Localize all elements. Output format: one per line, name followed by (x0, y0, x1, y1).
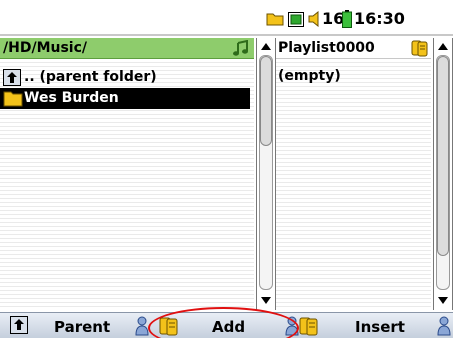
left-scrollbar[interactable] (256, 38, 276, 310)
parent-folder-icon (10, 316, 28, 334)
file-browser-list[interactable]: .. (parent folder) Wes Burden (0, 59, 254, 310)
clock: 16:30 (354, 9, 405, 28)
user-icon (135, 316, 149, 336)
scroll-up-arrow-icon[interactable] (438, 43, 448, 50)
current-path: /HD/Music/ (3, 40, 88, 56)
scroll-track[interactable] (259, 55, 273, 290)
list-item-label: .. (parent folder) (24, 69, 157, 85)
insert-button[interactable]: Insert (285, 313, 453, 338)
insert-button-label: Insert (355, 318, 405, 336)
left-pane-header: /HD/Music/ (0, 38, 254, 59)
parent-button[interactable]: Parent (10, 315, 110, 337)
right-pane-header: Playlist0000 (276, 38, 431, 59)
right-scrollbar[interactable] (433, 38, 453, 310)
folder-icon (266, 13, 284, 26)
user-icon (437, 316, 451, 336)
screen-icon (288, 12, 304, 27)
scroll-thumb[interactable] (437, 56, 449, 256)
volume-level: 16 (322, 9, 345, 28)
playlist-icon (299, 317, 318, 336)
music-note-icon (233, 40, 248, 56)
parent-folder-icon (3, 69, 21, 86)
scroll-up-arrow-icon[interactable] (261, 43, 271, 50)
playlist-list[interactable]: (empty) (276, 59, 431, 310)
battery-icon (342, 10, 352, 28)
scroll-thumb[interactable] (260, 56, 272, 146)
list-item-wes-burden[interactable]: Wes Burden (0, 88, 250, 109)
list-item-parent-folder[interactable]: .. (parent folder) (0, 67, 254, 88)
scroll-down-arrow-icon[interactable] (261, 297, 271, 304)
folder-icon (3, 91, 23, 107)
scroll-down-arrow-icon[interactable] (438, 297, 448, 304)
scroll-track[interactable] (436, 55, 450, 290)
playlist-empty-text: (empty) (278, 68, 341, 84)
playlist-title: Playlist0000 (278, 40, 375, 56)
playlist-icon (411, 40, 428, 57)
list-item-label: Wes Burden (24, 90, 119, 106)
volume-icon (308, 11, 319, 27)
status-bar: 16 16:30 (0, 0, 453, 36)
parent-button-label: Parent (54, 318, 111, 336)
